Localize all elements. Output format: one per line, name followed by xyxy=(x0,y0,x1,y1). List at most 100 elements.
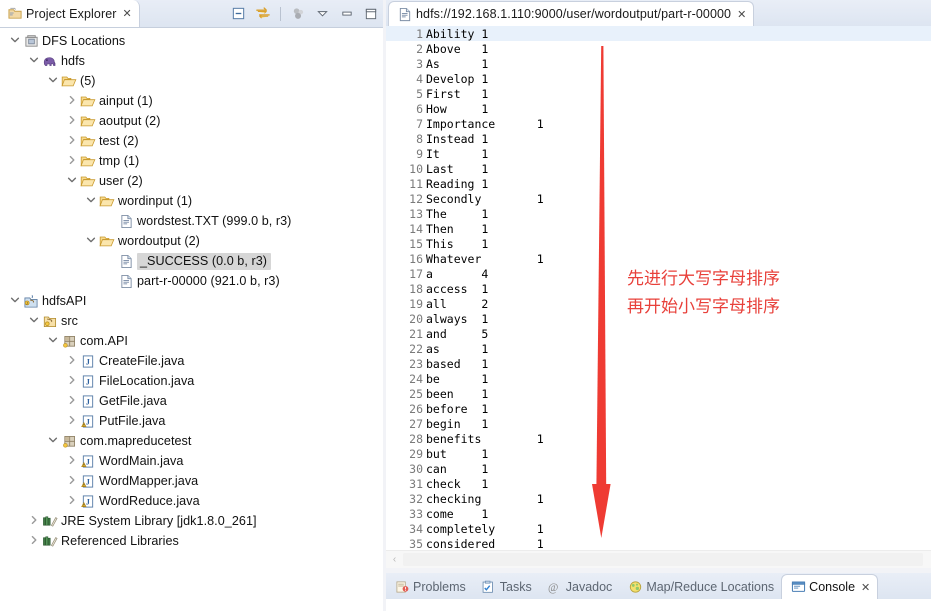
code-line[interactable]: 3 As 1 xyxy=(386,56,931,71)
code-line[interactable]: 7 Importance 1 xyxy=(386,116,931,131)
tree-item-test[interactable]: test (2) xyxy=(0,131,383,151)
project-explorer-tree[interactable]: DFS Locations hdfs (5) ainput (1) aoutpu… xyxy=(0,27,383,611)
close-icon[interactable]: ✕ xyxy=(123,7,132,20)
code-line[interactable]: 28 benefits 1 xyxy=(386,431,931,446)
link-with-editor-icon[interactable] xyxy=(254,5,271,22)
collapse-all-icon[interactable] xyxy=(230,5,247,22)
editor-horizontal-scrollbar[interactable]: ‹ xyxy=(386,550,931,568)
code-line[interactable]: 33 come 1 xyxy=(386,506,931,521)
chevron-right-icon[interactable] xyxy=(27,515,41,528)
chevron-right-icon[interactable] xyxy=(65,455,79,468)
chevron-down-icon[interactable] xyxy=(8,295,22,308)
code-line[interactable]: 27 begin 1 xyxy=(386,416,931,431)
tree-item-com-mapreducetest[interactable]: com.mapreducetest xyxy=(0,431,383,451)
code-line[interactable]: 30 can 1 xyxy=(386,461,931,476)
code-line[interactable]: 10 Last 1 xyxy=(386,161,931,176)
tree-item-filelocation-java[interactable]: J FileLocation.java xyxy=(0,371,383,391)
code-line[interactable]: 31 check 1 xyxy=(386,476,931,491)
minimize-icon[interactable] xyxy=(338,5,355,22)
code-line[interactable]: 24 be 1 xyxy=(386,371,931,386)
tree-item-jre-system-library[interactable]: JRE System Library [jdk1.8.0_261] xyxy=(0,511,383,531)
tree-item-5[interactable]: (5) xyxy=(0,71,383,91)
chevron-right-icon[interactable] xyxy=(65,155,79,168)
code-line[interactable]: 12 Secondly 1 xyxy=(386,191,931,206)
chevron-right-icon[interactable] xyxy=(65,95,79,108)
code-line[interactable]: 1 Ability 1 xyxy=(386,26,931,41)
code-line[interactable]: 35 considered 1 xyxy=(386,536,931,551)
code-line[interactable]: 16 Whatever 1 xyxy=(386,251,931,266)
focus-on-active-task-icon[interactable] xyxy=(290,5,307,22)
code-line[interactable]: 29 but 1 xyxy=(386,446,931,461)
code-line[interactable]: 9 It 1 xyxy=(386,146,931,161)
scrollbar-thumb[interactable] xyxy=(403,553,923,566)
chevron-right-icon[interactable] xyxy=(65,135,79,148)
tree-item-user[interactable]: user (2) xyxy=(0,171,383,191)
code-line[interactable]: 23 based 1 xyxy=(386,356,931,371)
close-icon[interactable]: ✕ xyxy=(861,581,870,594)
tree-item-wordstest-txt[interactable]: wordstest.TXT (999.0 b, r3) xyxy=(0,211,383,231)
tree-item-success[interactable]: _SUCCESS (0.0 b, r3) xyxy=(0,251,383,271)
chevron-right-icon[interactable] xyxy=(65,395,79,408)
tab-map-reduce-locations[interactable]: Map/Reduce Locations xyxy=(619,574,781,599)
tree-item-wordmapper-java[interactable]: J WordMapper.java xyxy=(0,471,383,491)
tab-problems[interactable]: Problems xyxy=(386,574,473,599)
code-line[interactable]: 6 How 1 xyxy=(386,101,931,116)
chevron-right-icon[interactable] xyxy=(65,475,79,488)
chevron-right-icon[interactable] xyxy=(27,535,41,548)
chevron-down-icon[interactable] xyxy=(27,55,41,68)
tree-item-src[interactable]: src xyxy=(0,311,383,331)
code-line[interactable]: 11 Reading 1 xyxy=(386,176,931,191)
tree-item-tmp[interactable]: tmp (1) xyxy=(0,151,383,171)
code-line[interactable]: 32 checking 1 xyxy=(386,491,931,506)
tree-item-wordinput[interactable]: wordinput (1) xyxy=(0,191,383,211)
tree-item-getfile-java[interactable]: J GetFile.java xyxy=(0,391,383,411)
code-line[interactable]: 14 Then 1 xyxy=(386,221,931,236)
tree-item-ainput[interactable]: ainput (1) xyxy=(0,91,383,111)
tree-item-aoutput[interactable]: aoutput (2) xyxy=(0,111,383,131)
chevron-right-icon[interactable] xyxy=(65,495,79,508)
tree-item-dfs-locations[interactable]: DFS Locations xyxy=(0,31,383,51)
code-line[interactable]: 13 The 1 xyxy=(386,206,931,221)
tab-part-r-00000[interactable]: hdfs://192.168.1.110:9000/user/wordoutpu… xyxy=(388,1,755,26)
code-line[interactable]: 15 This 1 xyxy=(386,236,931,251)
code-line[interactable]: 22 as 1 xyxy=(386,341,931,356)
chevron-down-icon[interactable] xyxy=(46,435,60,448)
tab-javadoc[interactable]: @ Javadoc xyxy=(539,574,620,599)
tab-console[interactable]: Console ✕ xyxy=(781,574,879,599)
tree-item-wordoutput[interactable]: wordoutput (2) xyxy=(0,231,383,251)
bottom-tabbar[interactable]: Problems Tasks @ Javadoc Map/Reduce Locat… xyxy=(386,573,931,600)
console-output[interactable]: <terminated> WordMain [Java Application]… xyxy=(386,599,931,611)
chevron-down-icon[interactable] xyxy=(84,235,98,248)
chevron-right-icon[interactable] xyxy=(65,375,79,388)
scroll-left-icon[interactable]: ‹ xyxy=(386,554,403,565)
tree-item-wordreduce-java[interactable]: J WordReduce.java xyxy=(0,491,383,511)
chevron-down-icon[interactable] xyxy=(27,315,41,328)
tree-item-createfile-java[interactable]: J CreateFile.java xyxy=(0,351,383,371)
code-line[interactable]: 5 First 1 xyxy=(386,86,931,101)
code-line[interactable]: 21 and 5 xyxy=(386,326,931,341)
chevron-down-icon[interactable] xyxy=(46,335,60,348)
chevron-down-icon[interactable] xyxy=(46,75,60,88)
maximize-icon[interactable] xyxy=(362,5,379,22)
view-menu-icon[interactable] xyxy=(314,5,331,22)
close-icon[interactable]: ✕ xyxy=(737,8,746,21)
code-line[interactable]: 4 Develop 1 xyxy=(386,71,931,86)
tree-item-putfile-java[interactable]: J PutFile.java xyxy=(0,411,383,431)
chevron-down-icon[interactable] xyxy=(84,195,98,208)
tab-tasks[interactable]: Tasks xyxy=(473,574,539,599)
tree-item-part-r-00000[interactable]: part-r-00000 (921.0 b, r3) xyxy=(0,271,383,291)
tree-item-hdfsapi[interactable]: JhdfsAPI xyxy=(0,291,383,311)
chevron-right-icon[interactable] xyxy=(65,355,79,368)
chevron-right-icon[interactable] xyxy=(65,415,79,428)
chevron-right-icon[interactable] xyxy=(65,115,79,128)
code-line[interactable]: 25 been 1 xyxy=(386,386,931,401)
tab-project-explorer[interactable]: Project Explorer ✕ xyxy=(0,0,140,27)
tree-item-referenced-libraries[interactable]: Referenced Libraries xyxy=(0,531,383,551)
code-line[interactable]: 34 completely 1 xyxy=(386,521,931,536)
code-line[interactable]: 2 Above 1 xyxy=(386,41,931,56)
chevron-down-icon[interactable] xyxy=(65,175,79,188)
code-line[interactable]: 8 Instead 1 xyxy=(386,131,931,146)
tree-item-com-api[interactable]: com.API xyxy=(0,331,383,351)
tree-item-hdfs[interactable]: hdfs xyxy=(0,51,383,71)
code-line[interactable]: 26 before 1 xyxy=(386,401,931,416)
